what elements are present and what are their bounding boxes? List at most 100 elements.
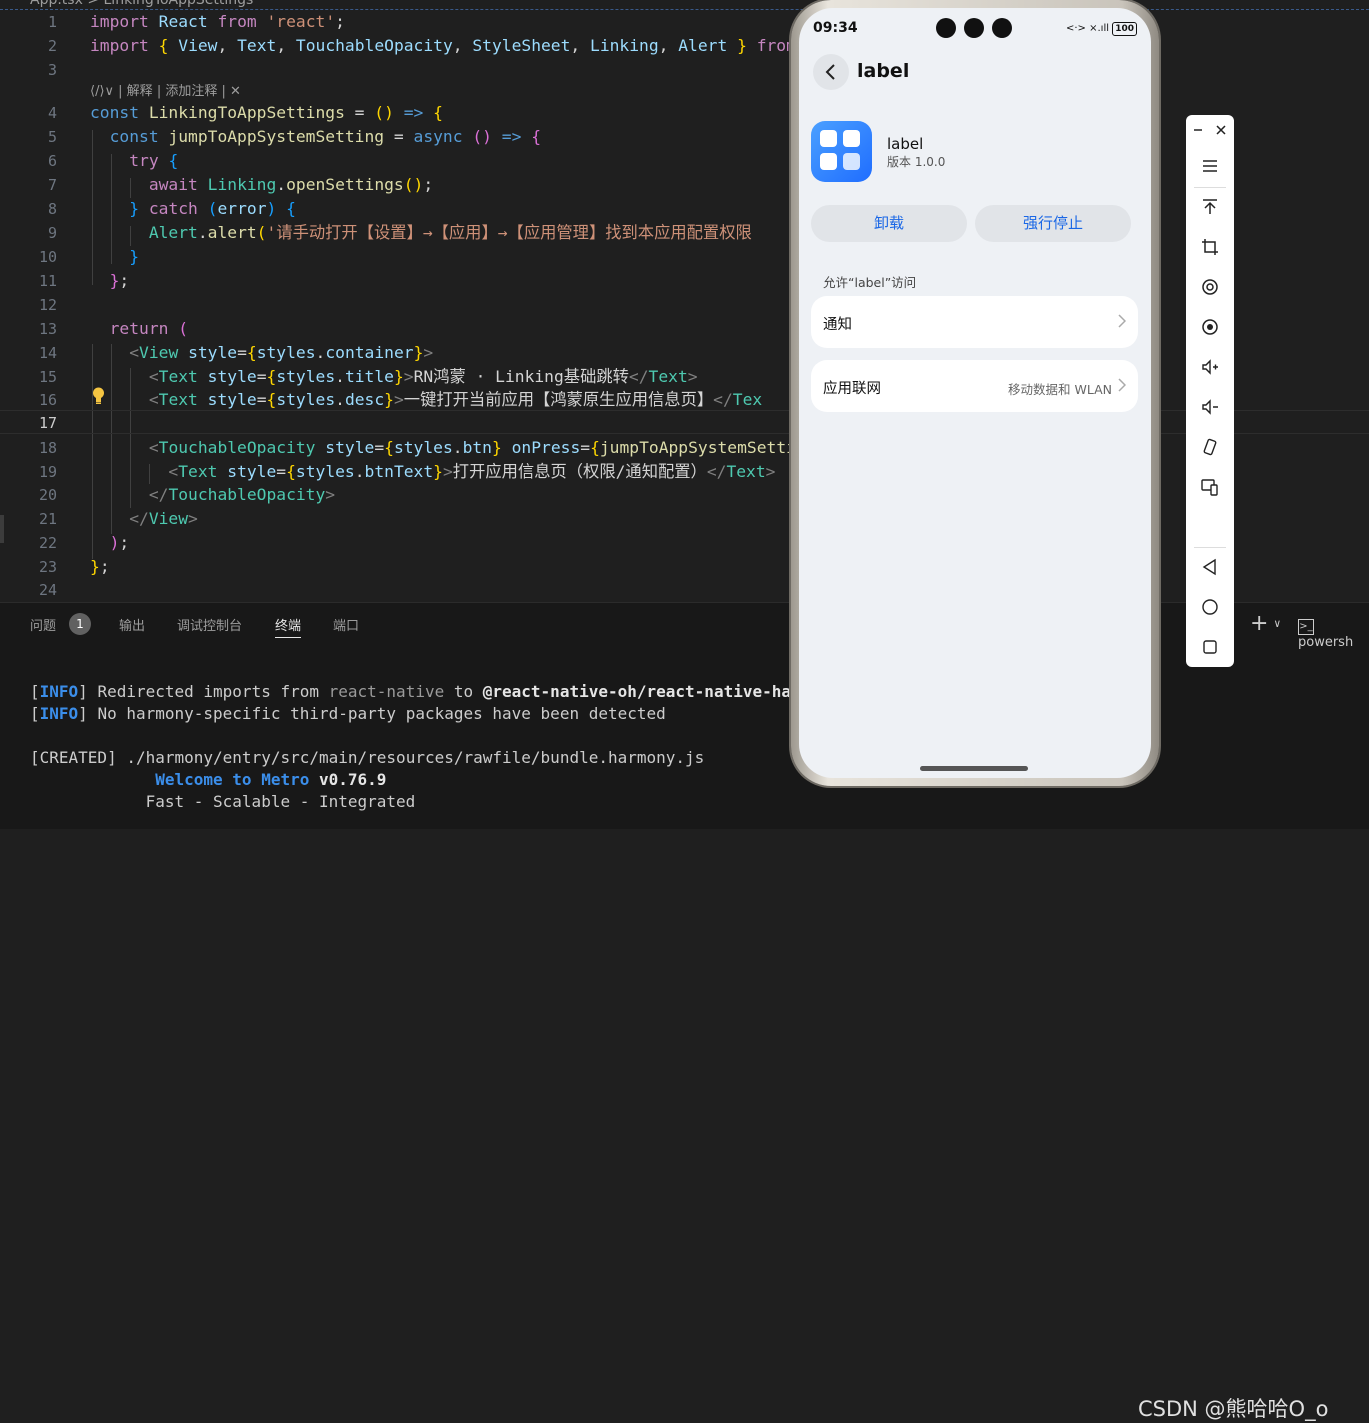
code-line[interactable]: <Text style={styles.btnText}>打开应用信息页（权限/… <box>90 460 775 484</box>
app-name: label <box>887 135 924 153</box>
code-line[interactable]: import React from 'react'; <box>90 10 345 34</box>
line-number: 23 <box>38 558 57 576</box>
chevron-right-icon <box>1118 314 1126 328</box>
tab-terminal[interactable]: 终端 <box>275 615 302 638</box>
tab-ports[interactable]: 端口 <box>333 615 359 634</box>
settings-row-notifications[interactable]: 通知 <box>811 296 1138 348</box>
line-number: 14 <box>38 344 57 362</box>
line-number: 9 <box>47 224 57 242</box>
terminal-shell-selector[interactable]: >_powersh <box>1298 615 1369 650</box>
line-number: 4 <box>47 104 57 122</box>
code-line[interactable]: return ( <box>90 317 188 341</box>
line-number: 12 <box>38 296 57 314</box>
code-line[interactable]: const jumpToAppSystemSetting = async () … <box>90 125 541 149</box>
terminal-icon: >_ <box>1298 619 1314 635</box>
code-line[interactable]: <Text style={styles.title}>RN鸿蒙 · Linkin… <box>90 365 698 389</box>
status-icons: <·> ×.ıll 100 <box>1066 22 1137 36</box>
line-number: 7 <box>47 176 57 194</box>
line-number: 10 <box>38 248 57 266</box>
line-number: 19 <box>38 463 57 481</box>
code-line[interactable]: await Linking.openSettings(); <box>90 173 433 197</box>
chevron-right-icon <box>1118 378 1126 392</box>
lightbulb-icon[interactable] <box>92 387 105 405</box>
recents-icon[interactable] <box>1200 637 1220 657</box>
line-number: 20 <box>38 486 57 504</box>
code-line[interactable]: const LinkingToAppSettings = () => { <box>90 101 443 125</box>
code-line[interactable]: <Text style={styles.desc}>一键打开当前应用【鸿蒙原生应… <box>90 388 762 412</box>
tab-output[interactable]: 输出 <box>119 615 145 634</box>
row-label: 通知 <box>823 317 852 333</box>
line-number: 5 <box>47 128 57 146</box>
pin-top-icon[interactable] <box>1200 197 1220 217</box>
breadcrumb[interactable]: App.tsx > LinkingToAppSettings <box>30 0 253 8</box>
terminal-line: [INFO] No harmony-specific third-party p… <box>30 704 666 723</box>
camera-icon <box>992 18 1012 38</box>
code-editor[interactable]: App.tsx > LinkingToAppSettings ⟨/⟩∨ | 解释… <box>0 0 1369 602</box>
minimize-icon[interactable] <box>1192 120 1204 140</box>
ai-codelens[interactable]: ⟨/⟩∨ | 解释 | 添加注释 | ✕ <box>90 80 241 99</box>
close-icon[interactable] <box>1214 120 1228 140</box>
line-number: 1 <box>47 13 57 31</box>
battery-icon: 100 <box>1112 22 1137 36</box>
code-line[interactable]: }; <box>90 269 130 293</box>
shell-name: powersh <box>1298 635 1354 650</box>
code-line[interactable]: } catch (error) { <box>90 197 296 221</box>
chevron-down-icon[interactable]: ∨ <box>1274 617 1281 630</box>
code-line[interactable]: ); <box>90 531 130 555</box>
toolbar-divider <box>1194 547 1226 548</box>
multi-device-icon[interactable] <box>1200 477 1220 497</box>
bottom-panel: 问题 输出 调试控制台 终端 端口 1 + ∨ >_powersh [INFO]… <box>0 602 1369 1421</box>
code-line[interactable]: <TouchableOpacity style={styles.btn} onP… <box>90 436 806 460</box>
row-value: 移动数据和 WLAN <box>1008 382 1112 397</box>
code-line[interactable]: import { View, Text, TouchableOpacity, S… <box>90 34 796 58</box>
force-stop-button[interactable]: 强行停止 <box>975 205 1131 242</box>
code-line[interactable]: </TouchableOpacity> <box>90 483 335 507</box>
line-number: 3 <box>47 61 57 79</box>
volume-down-icon[interactable] <box>1200 397 1220 417</box>
terminal-line: [INFO] Redirected imports from react-nat… <box>30 682 840 701</box>
watermark: CSDN @熊哈哈O_o <box>1138 1397 1329 1421</box>
menu-icon[interactable] <box>1200 156 1220 176</box>
phone-screen[interactable]: 09:34 <·> ×.ıll 100 label label 版本 1.0.0… <box>799 8 1151 778</box>
code-line[interactable]: try { <box>90 149 178 173</box>
code-line[interactable]: } <box>90 245 139 269</box>
tab-problems[interactable]: 问题 <box>30 615 56 634</box>
line-number: 8 <box>47 200 57 218</box>
row-label: 应用联网 <box>823 381 881 397</box>
terminal-line: Fast - Scalable - Integrated <box>145 792 416 811</box>
rotate-icon[interactable] <box>1200 437 1220 457</box>
back-button[interactable] <box>813 54 849 90</box>
code-line[interactable]: Alert.alert('请手动打开【设置】→【应用】→【应用管理】找到本应用配… <box>90 221 752 245</box>
section-header: 允许“label”访问 <box>823 275 917 290</box>
line-number: 24 <box>38 581 57 599</box>
back-icon[interactable] <box>1200 557 1220 577</box>
code-line[interactable]: }; <box>90 555 110 579</box>
home-icon[interactable] <box>1200 597 1220 617</box>
line-number: 16 <box>38 391 57 409</box>
line-number: 13 <box>38 320 57 338</box>
terminal-output[interactable]: [INFO] Redirected imports from react-nat… <box>30 681 839 813</box>
page-title: label <box>857 60 910 82</box>
settings-row-network[interactable]: 应用联网 移动数据和 WLAN <box>811 360 1138 412</box>
home-indicator[interactable] <box>920 766 1028 771</box>
volume-up-icon[interactable] <box>1200 357 1220 377</box>
phone-emulator: 09:34 <·> ×.ıll 100 label label 版本 1.0.0… <box>791 0 1159 786</box>
terminal-line: [CREATED] ./harmony/entry/src/main/resou… <box>30 748 705 767</box>
app-version: 版本 1.0.0 <box>887 155 946 169</box>
line-number: 22 <box>38 534 57 552</box>
screen-record-icon[interactable] <box>1200 317 1220 337</box>
toolbar-divider <box>1194 187 1226 188</box>
terminal-line: Welcome to Metro v0.76.9 <box>155 770 387 789</box>
screenshot-icon[interactable] <box>1200 277 1220 297</box>
tab-debug-console[interactable]: 调试控制台 <box>177 615 242 634</box>
code-line[interactable]: </View> <box>90 507 198 531</box>
crop-icon[interactable] <box>1200 237 1220 257</box>
code-line[interactable]: <View style={styles.container}> <box>90 341 433 365</box>
app-icon <box>811 121 872 182</box>
line-number: 15 <box>38 368 57 386</box>
line-number: 11 <box>38 272 57 290</box>
uninstall-button[interactable]: 卸载 <box>811 205 967 242</box>
new-terminal-icon[interactable]: + <box>1250 611 1268 636</box>
camera-icon <box>936 18 956 38</box>
